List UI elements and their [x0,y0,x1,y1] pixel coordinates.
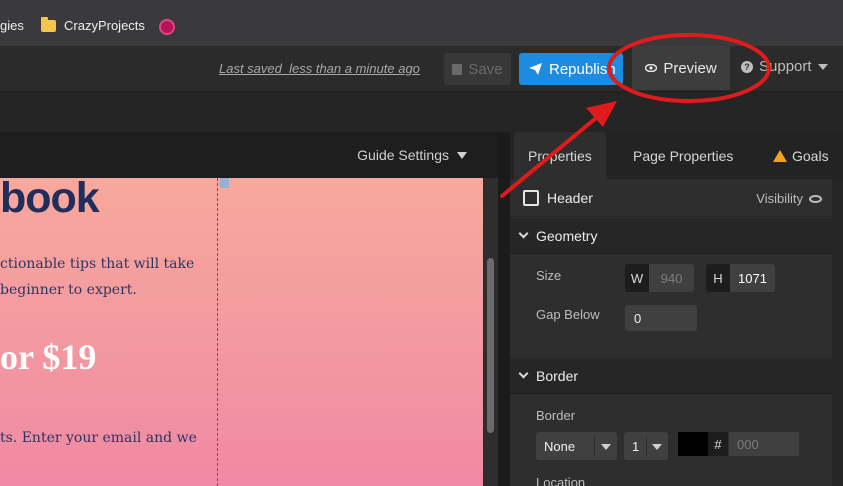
guide-settings-label: Guide Settings [357,147,449,163]
select-divider [594,436,595,456]
element-name: Header [547,190,593,206]
page-price[interactable]: or $19 [0,336,96,378]
border-section-header[interactable]: Border [510,358,832,394]
save-button[interactable]: Save [444,53,511,85]
canvas-scrollbar[interactable] [484,178,498,486]
chevron-down-icon [518,368,529,379]
republish-button[interactable]: Republish [519,53,623,85]
gap-below-input[interactable]: 0 [625,305,697,331]
app-window: gies CrazyProjects Last saved less than … [0,0,843,486]
browser-toolbar-strip [0,0,843,8]
eye-icon [645,64,658,72]
width-field[interactable]: W 940 [625,264,694,292]
page-preview-section[interactable]: book ctionable tips that will take begin… [0,178,483,486]
caret-down-icon [601,444,611,450]
chevron-down-icon [518,228,529,239]
bookmark-crazyprojects[interactable]: CrazyProjects [64,18,145,33]
section-title: Geometry [536,228,598,244]
height-tag: H [706,264,730,292]
editor-canvas: Guide Settings book ctionable tips that … [0,132,498,486]
guide-line[interactable] [217,178,218,486]
geometry-section-header[interactable]: Geometry [510,218,832,254]
tab-page-properties[interactable]: Page Properties [633,132,733,179]
save-label: Save [468,60,503,78]
preview-label: Preview [663,59,717,77]
border-style-value: None [544,438,576,454]
visibility-toggle[interactable]: Visibility [756,191,822,206]
preview-button[interactable]: Preview [632,46,730,90]
hash-label: # [708,432,728,456]
element-header-row: Header Visibility [510,179,832,217]
last-saved-link[interactable]: Last saved less than a minute ago [219,61,420,76]
gap-below-label: Gap Below [536,307,600,322]
dribbble-icon[interactable] [159,19,175,35]
eye-icon [809,194,822,203]
page-body-line[interactable]: ts. Enter your email and we [0,430,197,446]
help-icon: ? [741,60,753,73]
tab-goals[interactable]: Goals [773,132,829,179]
floppy-disk-icon [452,63,463,75]
page-heading[interactable]: book [0,178,100,223]
tab-label: Goals [792,147,829,164]
guide-handle[interactable] [220,178,229,188]
support-label: Support [759,58,812,75]
border-color-input[interactable]: 000 [729,432,799,456]
tab-label: Properties [528,147,592,164]
visibility-label: Visibility [756,191,803,206]
size-label: Size [536,268,562,283]
paper-plane-icon [529,63,542,75]
page-body-line[interactable]: beginner to expert. [0,282,137,298]
width-tag: W [625,264,649,292]
bookmark-partial[interactable]: gies [0,18,24,33]
location-label: Location [536,475,586,486]
properties-scrollbar[interactable] [832,179,843,486]
section-title: Border [536,368,579,384]
canvas-scrollbar-thumb[interactable] [487,258,494,433]
height-value[interactable]: 1071 [730,264,775,292]
select-divider [646,436,647,456]
height-field[interactable]: H 1071 [706,264,775,292]
tab-label: Page Properties [633,147,734,164]
section-icon [523,190,539,206]
page-body-line[interactable]: ctionable tips that will take [0,256,194,272]
guide-settings-dropdown[interactable]: Guide Settings [357,147,467,163]
editor-header: Last saved less than a minute ago Save R… [0,46,843,92]
border-width-select[interactable]: 1 [624,432,668,460]
editor-subbar [0,92,843,132]
width-value[interactable]: 940 [649,264,694,292]
support-menu[interactable]: ? Support [741,58,828,75]
border-color-swatch[interactable] [678,432,708,456]
border-style-select[interactable]: None [536,432,617,460]
folder-icon [41,17,56,32]
caret-down-icon [457,151,467,159]
caret-down-icon [652,444,662,450]
tab-properties[interactable]: Properties [514,132,606,179]
warning-icon [773,149,787,162]
guide-bar: Guide Settings [0,132,498,178]
properties-panel: Properties Page Properties Goals Header … [510,132,843,486]
properties-tabs: Properties Page Properties Goals [510,132,843,179]
border-label: Border [536,408,576,423]
border-width-value: 1 [632,438,640,454]
republish-label: Republish [549,60,616,78]
bookmarks-bar: gies CrazyProjects [0,0,843,46]
caret-down-icon [817,63,828,70]
